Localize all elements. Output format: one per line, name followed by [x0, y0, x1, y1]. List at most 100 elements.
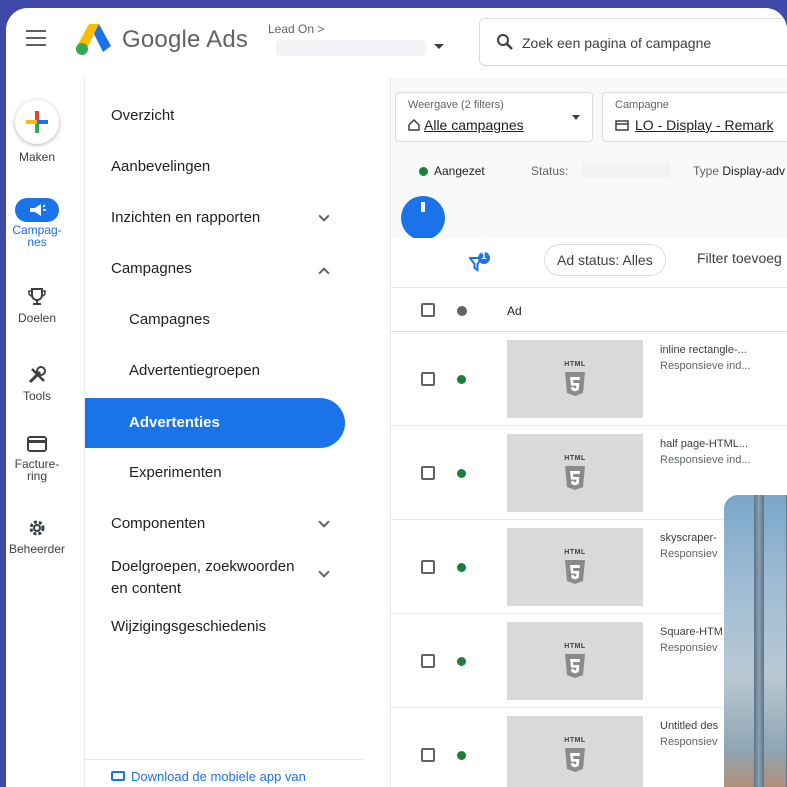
- search-icon: [497, 34, 513, 50]
- campaign-dropdown[interactable]: Campagne LO - Display - Remark: [602, 92, 787, 142]
- column-header-ad[interactable]: Ad: [507, 304, 522, 318]
- nav-item-ads[interactable]: Advertenties: [85, 398, 345, 448]
- nav-item-insights[interactable]: Inzichten en rapporten: [111, 209, 260, 226]
- rail-label: Beheerder: [8, 542, 66, 556]
- row-checkbox[interactable]: [421, 560, 435, 574]
- row-checkbox[interactable]: [421, 748, 435, 762]
- account-label[interactable]: Lead On >: [268, 22, 324, 36]
- ad-type: Responsieve ind...: [660, 454, 751, 466]
- thumb-label: HTML: [564, 549, 586, 556]
- table-header: Ad: [391, 288, 787, 332]
- view-dropdown[interactable]: Weergave (2 filters) Alle campagnes: [395, 92, 593, 142]
- rail-label: Tools: [22, 389, 51, 403]
- ad-thumbnail[interactable]: HTML: [507, 528, 643, 606]
- rail-item-billing[interactable]: Facture- ring: [6, 430, 68, 482]
- top-header: Google Ads Lead On > Zoek een pagina of …: [6, 8, 787, 78]
- ad-name[interactable]: Square-HTM: [660, 626, 723, 638]
- status-enabled-dot: [457, 469, 466, 478]
- ad-name[interactable]: skyscraper-: [660, 532, 717, 544]
- plus-icon: [15, 100, 59, 144]
- search-placeholder: Zoek een pagina of campagne: [522, 35, 712, 51]
- google-ads-logo-icon: [76, 24, 111, 55]
- nav-item-components[interactable]: Componenten: [111, 515, 205, 532]
- select-all-checkbox[interactable]: [421, 303, 435, 317]
- ad-thumbnail[interactable]: HTML: [507, 340, 643, 418]
- download-app-label: Download de mobiele app van: [131, 769, 306, 784]
- gear-icon: [6, 514, 68, 542]
- caret-down-icon[interactable]: [434, 44, 444, 49]
- chevron-down-icon[interactable]: [318, 210, 330, 222]
- ad-thumbnail[interactable]: HTML: [507, 434, 643, 512]
- row-checkbox[interactable]: [421, 372, 435, 386]
- ad-type: Responsieve ind...: [660, 360, 751, 372]
- ad-name[interactable]: half page-HTML...: [660, 438, 748, 450]
- brand-name: Google Ads: [122, 26, 249, 53]
- account-name-redacted[interactable]: [276, 40, 426, 56]
- nav-item-ads-label: Advertenties: [129, 414, 220, 431]
- view-label: Weergave (2 filters): [408, 99, 504, 111]
- rail-item-create[interactable]: Maken: [6, 100, 68, 164]
- rail-item-tools[interactable]: Tools: [6, 361, 68, 403]
- status-enabled-dot: [457, 657, 466, 666]
- thumb-label: HTML: [564, 455, 586, 462]
- ad-name[interactable]: Untitled des: [660, 720, 718, 732]
- rail-item-goals[interactable]: Doelen: [6, 283, 68, 325]
- caret-down-icon: [572, 115, 580, 120]
- campaign-type: Type Display-adv: [693, 164, 786, 178]
- nav-item-campaigns-group[interactable]: Campagnes: [111, 260, 192, 277]
- rail-label: Doelen: [17, 311, 57, 325]
- row-checkbox[interactable]: [421, 654, 435, 668]
- ad-status-filter-chip[interactable]: Ad status: Alles: [544, 244, 666, 276]
- nav-item-ad-groups[interactable]: Advertentiegroepen: [129, 362, 260, 379]
- ad-type: Responsiev: [660, 548, 718, 560]
- chevron-up-icon[interactable]: [318, 267, 330, 279]
- filter-bar: Weergave (2 filters) Alle campagnes Camp…: [391, 78, 787, 240]
- status-enabled-dot: [457, 751, 466, 760]
- rail-label: Maken: [18, 150, 56, 164]
- megaphone-icon: [15, 198, 59, 222]
- nav-item-experiments[interactable]: Experimenten: [129, 464, 222, 481]
- nav-audiences-line2: en content: [111, 580, 182, 597]
- ad-type: Responsiev: [660, 642, 718, 654]
- add-ad-button[interactable]: [401, 196, 445, 240]
- ad-thumbnail[interactable]: HTML: [507, 622, 643, 700]
- rail-item-campaigns[interactable]: Campag- nes: [6, 198, 68, 248]
- nav-item-audiences[interactable]: Doelgroepen, zoekwoorden en content: [111, 556, 294, 600]
- phone-icon: [111, 771, 125, 781]
- search-input[interactable]: Zoek een pagina of campagne: [479, 18, 787, 66]
- filter-icon[interactable]: 1: [468, 251, 491, 279]
- ad-thumbnail[interactable]: HTML: [507, 716, 643, 787]
- html5-icon: [565, 560, 585, 584]
- status-enabled-dot: [457, 563, 466, 572]
- table-row[interactable]: HTML inline rectangle-... Responsieve in…: [391, 332, 787, 426]
- tools-icon: [6, 361, 68, 389]
- nav-item-campaigns[interactable]: Campagnes: [129, 311, 210, 328]
- campaign-status-row: Aangezet Status: Type Display-adv: [391, 158, 787, 188]
- nav-item-change-history[interactable]: Wijzigingsgeschiedenis: [111, 618, 266, 635]
- ad-type: Responsiev: [660, 736, 718, 748]
- nav-item-overview[interactable]: Overzicht: [111, 107, 174, 124]
- ad-name[interactable]: inline rectangle-...: [660, 344, 747, 356]
- rail-item-admin[interactable]: Beheerder: [6, 514, 68, 556]
- html5-icon: [565, 748, 585, 772]
- campaign-value: LO - Display - Remark: [615, 117, 773, 133]
- thumb-label: HTML: [564, 737, 586, 744]
- filter-count-badge: 1: [481, 251, 487, 262]
- display-campaign-icon: [615, 120, 629, 131]
- webcam-overlay: [724, 495, 787, 787]
- status-value-redacted: [581, 162, 671, 178]
- menu-icon[interactable]: [26, 30, 46, 46]
- download-app-link[interactable]: Download de mobiele app van: [85, 759, 365, 787]
- html5-icon: [565, 654, 585, 678]
- status-enabled-dot: [457, 375, 466, 384]
- credit-card-icon: [6, 430, 68, 458]
- table-toolbar: 1 Ad status: Alles Filter toevoeg: [391, 238, 787, 288]
- plus-icon: [421, 202, 425, 212]
- app-window: Google Ads Lead On > Zoek een pagina of …: [6, 8, 787, 787]
- nav-item-recommendations[interactable]: Aanbevelingen: [111, 158, 210, 175]
- chevron-down-icon[interactable]: [318, 566, 330, 578]
- row-checkbox[interactable]: [421, 466, 435, 480]
- chevron-down-icon[interactable]: [318, 516, 330, 528]
- add-filter-button[interactable]: Filter toevoeg: [697, 250, 782, 266]
- thumb-label: HTML: [564, 361, 586, 368]
